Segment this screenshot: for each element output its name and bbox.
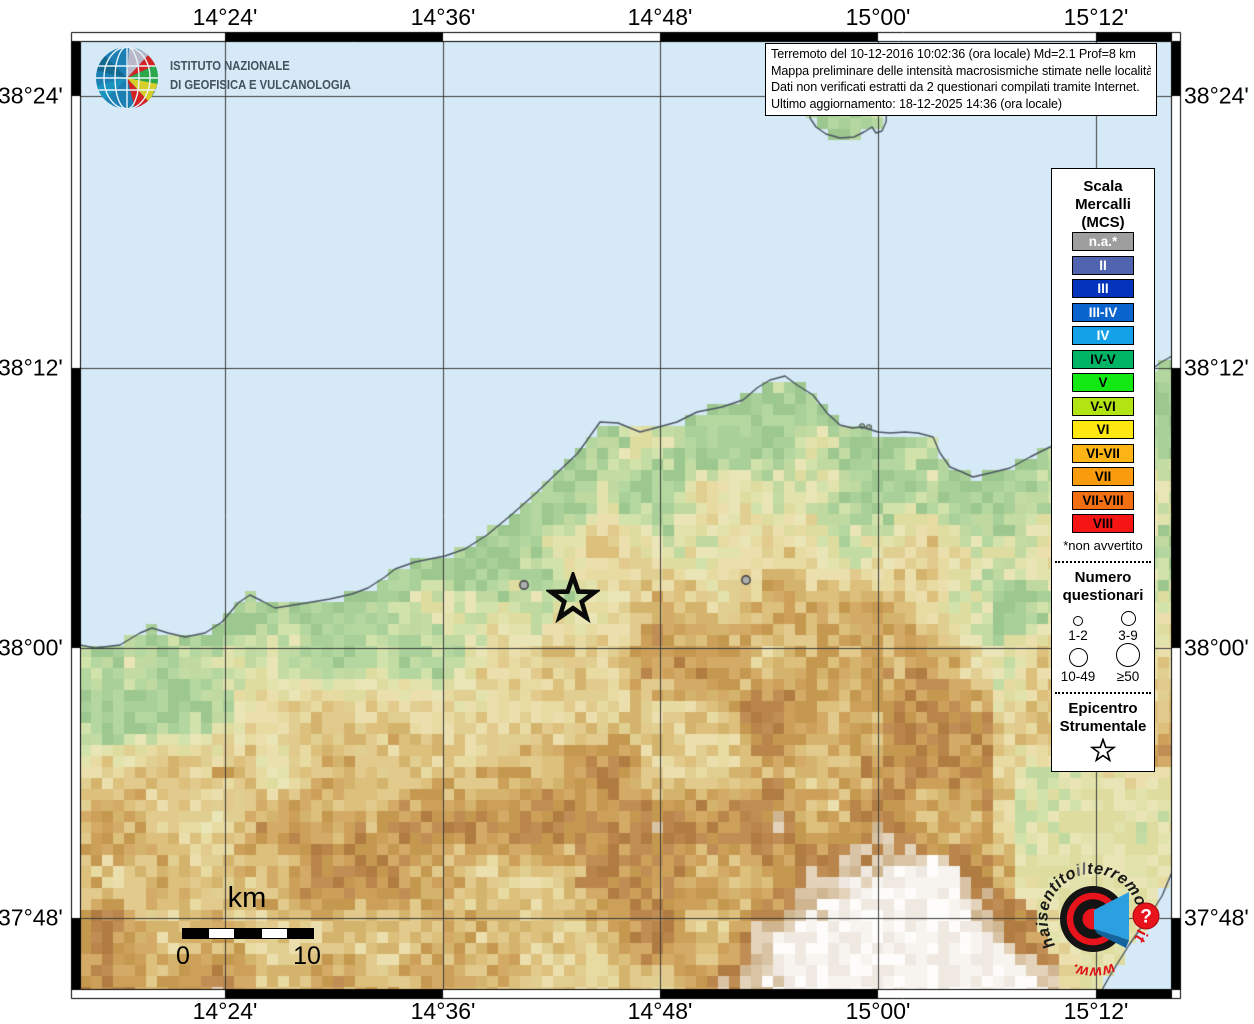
earthquake-info-box: Terremoto del 10-12-2016 10:02:36 (ora l… [765, 43, 1157, 116]
scalebar-segment [183, 929, 209, 938]
lon-label-bottom: 15°00' [846, 998, 911, 1024]
questionnaire-size-item: 1-2 [1053, 611, 1103, 643]
lon-label-bottom: 14°24' [193, 998, 258, 1024]
questionnaire-size-item: 3-9 [1103, 611, 1153, 643]
info-line: Ultimo aggiornamento: 18-12-2025 14:36 (… [771, 96, 1151, 113]
lon-label-bottom: 14°36' [411, 998, 476, 1024]
lat-label-right: 38°12' [1184, 355, 1249, 382]
watermark-www-text: www. [1070, 960, 1118, 981]
mcs-intensity-vii: VII [1072, 467, 1134, 486]
mcs-intensity-iv-v: IV-V [1072, 350, 1134, 369]
questionnaire-size-label: 1-2 [1068, 628, 1088, 643]
question-mark: ? [1140, 907, 1152, 928]
legend-title-line: (MCS) [1052, 214, 1154, 232]
lon-label-bottom: 14°48' [628, 998, 693, 1024]
mcs-intensity-n-a-: n.a.* [1072, 232, 1134, 251]
mcs-intensity-vi: VI [1072, 420, 1134, 439]
scalebar-start-label: 0 [170, 942, 196, 971]
mcs-intensity-viii: VIII [1072, 514, 1134, 533]
lat-label-right: 38°00' [1184, 635, 1249, 662]
scalebar-end-label: 10 [291, 942, 323, 971]
ingv-logo-text: ISTITUTO NAZIONALE DI GEOFISICA E VULCAN… [170, 57, 351, 95]
questionnaire-circle-icon [1073, 616, 1083, 626]
lat-label-right: 38°24' [1184, 83, 1249, 110]
lat-label-left: 37°48' [0, 905, 62, 932]
questionnaire-size-label: ≥50 [1117, 669, 1139, 684]
lon-label-top: 14°24' [193, 4, 258, 31]
questionnaire-size-item: ≥50 [1103, 643, 1153, 684]
haisentitoilterremoto-logo: haisentitoilterremoto.it www. ? [993, 819, 1193, 1019]
legend-footnote: *non avvertito [1052, 538, 1154, 553]
ingv-globe-logo [93, 44, 161, 112]
lon-label-top: 15°12' [1064, 4, 1129, 31]
legend-title-line: Numero [1052, 569, 1154, 587]
epicenter-legend-title: EpicentroStrumentale [1052, 700, 1154, 736]
scalebar-segment [235, 929, 261, 938]
scalebar [182, 928, 314, 939]
mcs-intensity-vi-vii: VI-VII [1072, 444, 1134, 463]
mcs-intensity-iii-iv: III-IV [1072, 303, 1134, 322]
ingv-name-line2: DI GEOFISICA E VULCANOLOGIA [170, 76, 351, 95]
questionnaire-size-key: 1-2 3-9 10-49 ≥50 [1052, 611, 1154, 684]
legend-title-line: Strumentale [1052, 718, 1154, 736]
info-line: Dati non verificati estratti da 2 questi… [771, 79, 1151, 96]
legend-title-line: questionari [1052, 587, 1154, 605]
mcs-intensity-ii: II [1072, 256, 1134, 275]
scalebar-segment [209, 929, 235, 938]
epicenter-star-marker [546, 572, 600, 626]
mcs-scale-items: n.a.*IIIIIIII-IVIVIV-VVV-VIVIVI-VIIVIIVI… [1052, 232, 1154, 533]
ingv-name-line1: ISTITUTO NAZIONALE [170, 57, 351, 76]
lon-label-top: 14°48' [628, 4, 693, 31]
questionnaires-title: Numeroquestionari [1052, 569, 1154, 605]
legend-panel: ScalaMercalli(MCS) n.a.*IIIIIIII-IVIVIV-… [1051, 168, 1155, 772]
mcs-intensity-iii: III [1072, 279, 1134, 298]
questionnaire-circle-icon [1069, 648, 1088, 667]
scalebar-unit-label: km [182, 882, 312, 915]
legend-title-line: Mercalli [1052, 196, 1154, 214]
lat-label-right: 37°48' [1184, 905, 1249, 932]
questionnaire-size-label: 10-49 [1061, 669, 1096, 684]
legend-separator-2 [1055, 692, 1151, 694]
lon-label-top: 14°36' [411, 4, 476, 31]
info-line: Mappa preliminare delle intensità macros… [771, 63, 1151, 80]
mcs-intensity-v-vi: V-VI [1072, 397, 1134, 416]
questionnaire-circle-icon [1121, 611, 1136, 626]
questionnaire-size-item: 10-49 [1053, 643, 1103, 684]
questionnaire-size-label: 3-9 [1118, 628, 1138, 643]
lat-label-left: 38°24' [0, 83, 62, 110]
mcs-intensity-vii-viii: VII-VIII [1072, 491, 1134, 510]
scalebar-segment [262, 929, 288, 938]
lat-label-left: 38°00' [0, 635, 62, 662]
legend-title: ScalaMercalli(MCS) [1052, 169, 1154, 232]
lat-label-left: 38°12' [0, 355, 62, 382]
info-line: Terremoto del 10-12-2016 10:02:36 (ora l… [771, 46, 1151, 63]
mcs-intensity-v: V [1072, 373, 1134, 392]
lon-label-top: 15°00' [846, 4, 911, 31]
macroseismic-map-page: 14°24' 14°24' 14°36' 14°36' 14°48' 14°48' 15°0… [0, 0, 1254, 1024]
mcs-intensity-iv: IV [1072, 326, 1134, 345]
legend-title-line: Epicentro [1052, 700, 1154, 718]
epicenter-legend-star-icon [1089, 738, 1117, 764]
questionnaire-circle-icon [1116, 643, 1140, 667]
legend-separator [1055, 561, 1151, 563]
legend-title-line: Scala [1052, 178, 1154, 196]
scalebar-segment [288, 929, 313, 938]
